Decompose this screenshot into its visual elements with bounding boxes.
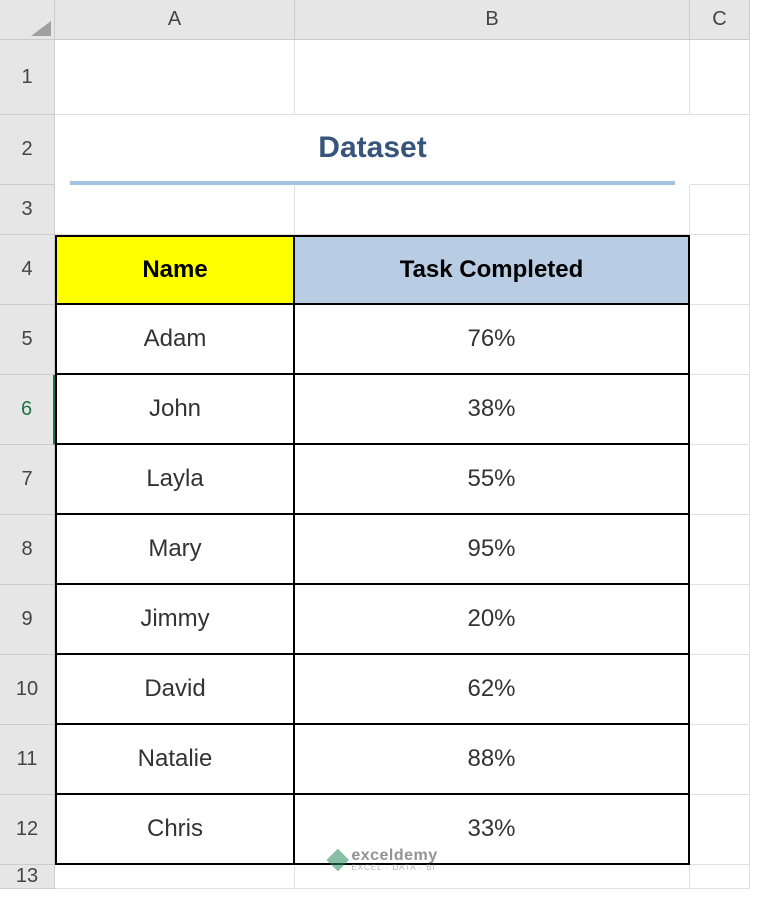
cell-task-2[interactable]: 55% bbox=[295, 445, 690, 515]
cell-name-3[interactable]: Mary bbox=[55, 515, 295, 585]
cell-d7[interactable] bbox=[690, 445, 750, 515]
col-header-a[interactable]: A bbox=[55, 0, 295, 40]
row-header-6[interactable]: 6 bbox=[0, 375, 55, 445]
cell-b3[interactable] bbox=[55, 185, 295, 235]
cell-name-5[interactable]: David bbox=[55, 655, 295, 725]
row-header-7[interactable]: 7 bbox=[0, 445, 55, 515]
cell-d3[interactable] bbox=[690, 185, 750, 235]
cell-d12[interactable] bbox=[690, 795, 750, 865]
cell-name-6[interactable]: Natalie bbox=[55, 725, 295, 795]
cell-d10[interactable] bbox=[690, 655, 750, 725]
row-header-11[interactable]: 11 bbox=[0, 725, 55, 795]
exceldemy-logo-icon bbox=[326, 849, 349, 872]
row-header-3[interactable]: 3 bbox=[0, 185, 55, 235]
watermark: exceldemy EXCEL · DATA · BI bbox=[329, 848, 437, 872]
cell-d11[interactable] bbox=[690, 725, 750, 795]
cell-task-6[interactable]: 88% bbox=[295, 725, 690, 795]
row-header-10[interactable]: 10 bbox=[0, 655, 55, 725]
cell-b13[interactable] bbox=[55, 865, 295, 889]
cell-d8[interactable] bbox=[690, 515, 750, 585]
watermark-brand: exceldemy bbox=[351, 848, 437, 864]
cell-d4[interactable] bbox=[690, 235, 750, 305]
row-header-9[interactable]: 9 bbox=[0, 585, 55, 655]
cell-d6[interactable] bbox=[690, 375, 750, 445]
row-header-8[interactable]: 8 bbox=[0, 515, 55, 585]
cell-task-1[interactable]: 38% bbox=[295, 375, 690, 445]
select-all-corner[interactable] bbox=[0, 0, 55, 40]
spreadsheet-grid: A B C 1 2 Dataset 3 4 Name Task Complete… bbox=[0, 0, 767, 889]
cell-name-1[interactable]: John bbox=[55, 375, 295, 445]
col-header-b[interactable]: B bbox=[295, 0, 690, 40]
cell-d13[interactable] bbox=[690, 865, 750, 889]
cell-task-0[interactable]: 76% bbox=[295, 305, 690, 375]
cell-task-4[interactable]: 20% bbox=[295, 585, 690, 655]
row-header-2[interactable]: 2 bbox=[0, 115, 55, 185]
cell-c3[interactable] bbox=[295, 185, 690, 235]
cell-name-4[interactable]: Jimmy bbox=[55, 585, 295, 655]
cell-name-0[interactable]: Adam bbox=[55, 305, 295, 375]
row-header-4[interactable]: 4 bbox=[0, 235, 55, 305]
cell-a1[interactable] bbox=[55, 40, 295, 115]
cell-d2[interactable] bbox=[690, 115, 750, 185]
watermark-tagline: EXCEL · DATA · BI bbox=[351, 864, 437, 872]
cell-b1[interactable] bbox=[295, 40, 690, 115]
row-header-12[interactable]: 12 bbox=[0, 795, 55, 865]
cell-d9[interactable] bbox=[690, 585, 750, 655]
cell-task-3[interactable]: 95% bbox=[295, 515, 690, 585]
row-header-5[interactable]: 5 bbox=[0, 305, 55, 375]
table-header-name[interactable]: Name bbox=[55, 235, 295, 305]
cell-name-2[interactable]: Layla bbox=[55, 445, 295, 515]
dataset-title[interactable]: Dataset bbox=[70, 115, 675, 185]
col-header-c[interactable]: C bbox=[690, 0, 750, 40]
table-header-task[interactable]: Task Completed bbox=[295, 235, 690, 305]
row-header-13[interactable]: 13 bbox=[0, 865, 55, 889]
cell-d5[interactable] bbox=[690, 305, 750, 375]
cell-task-5[interactable]: 62% bbox=[295, 655, 690, 725]
cell-name-7[interactable]: Chris bbox=[55, 795, 295, 865]
cell-c1[interactable] bbox=[690, 40, 750, 115]
row-header-1[interactable]: 1 bbox=[0, 40, 55, 115]
